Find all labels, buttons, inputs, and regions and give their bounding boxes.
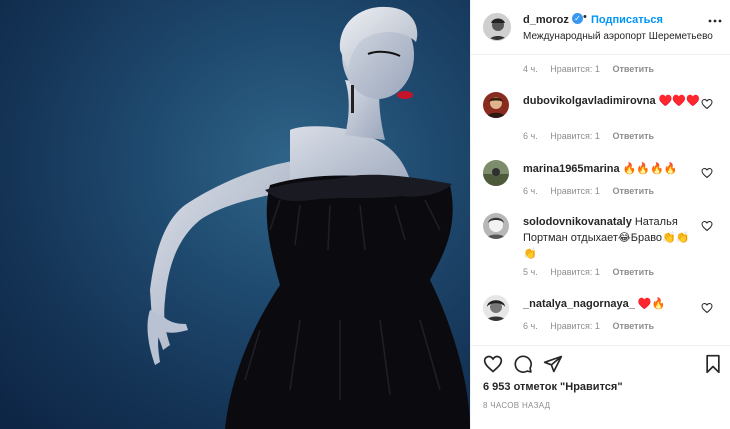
comment-bubble-icon[interactable]: [513, 354, 533, 374]
comment-time: 6 ч.: [523, 186, 538, 196]
comment-body: ♥️🔥: [637, 298, 666, 310]
reply-button[interactable]: Ответить: [612, 321, 654, 331]
comment-body: 🔥🔥🔥🔥: [622, 163, 678, 175]
like-comment-heart-icon[interactable]: [701, 167, 713, 179]
comment-likes[interactable]: Нравится: 1: [550, 321, 600, 331]
post-location[interactable]: Международный аэропорт Шереметьево: [523, 31, 713, 42]
comment-text: marina1965marina 🔥🔥🔥🔥: [523, 161, 703, 177]
comment-likes[interactable]: Нравится: 1: [550, 186, 600, 196]
comment-time: 4 ч.: [523, 64, 538, 74]
post-actions: 6 953 отметок "Нравится" 8 ЧАСОВ НАЗАД: [471, 345, 730, 429]
instagram-post: d_moroz ✓ • Подписаться Международный аэ…: [0, 0, 730, 429]
save-bookmark-icon[interactable]: [703, 354, 723, 374]
comment-body: ♥️♥️♥️: [658, 95, 700, 107]
comment-likes[interactable]: Нравится: 1: [550, 64, 600, 74]
like-comment-heart-icon[interactable]: [701, 220, 713, 232]
comments-list[interactable]: 4 ч. Нравится: 1 Ответить dubovikolgavla…: [471, 55, 730, 345]
commenter-username[interactable]: solodovnikovanataly: [523, 216, 632, 228]
reply-button[interactable]: Ответить: [612, 64, 654, 74]
commenter-username[interactable]: _natalya_nagornaya_: [523, 298, 635, 310]
like-heart-icon[interactable]: [483, 354, 503, 374]
comment-time: 6 ч.: [523, 131, 538, 141]
post-photo[interactable]: [0, 0, 470, 429]
commenter-avatar[interactable]: [483, 92, 509, 118]
like-comment-heart-icon[interactable]: [701, 98, 713, 110]
share-paper-plane-icon[interactable]: [543, 354, 563, 374]
comment-meta: 5 ч. Нравится: 1 Ответить: [523, 267, 664, 277]
verified-icon: ✓: [572, 13, 583, 24]
reply-button[interactable]: Ответить: [612, 267, 654, 277]
comment-text: solodovnikovanataly Наталья Портман отдых…: [523, 214, 703, 262]
comment-meta: 6 ч. Нравится: 1 Ответить: [523, 321, 664, 331]
comment-likes[interactable]: Нравится: 1: [550, 267, 600, 277]
commenter-username[interactable]: dubovikolgavladimirovna: [523, 95, 656, 107]
more-options-icon[interactable]: [707, 13, 723, 32]
commenter-avatar[interactable]: [483, 213, 509, 239]
comment-meta: 6 ч. Нравится: 1 Ответить: [523, 131, 664, 141]
comment-meta: 6 ч. Нравится: 1 Ответить: [523, 186, 664, 196]
author-username[interactable]: d_moroz: [523, 14, 569, 26]
post-header: d_moroz ✓ • Подписаться Международный аэ…: [471, 0, 730, 55]
commenter-avatar[interactable]: [483, 160, 509, 186]
comment-likes[interactable]: Нравится: 1: [550, 131, 600, 141]
post-timestamp: 8 ЧАСОВ НАЗАД: [483, 401, 551, 410]
comment-text: dubovikolgavladimirovna ♥️♥️♥️: [523, 93, 703, 109]
author-avatar-image: [484, 14, 510, 40]
comment-meta: 4 ч. Нравится: 1 Ответить: [523, 64, 664, 74]
post-side-panel: d_moroz ✓ • Подписаться Международный аэ…: [470, 0, 730, 429]
photo-illustration: [147, 6, 470, 429]
commenter-avatar[interactable]: [483, 295, 509, 321]
reply-button[interactable]: Ответить: [612, 131, 654, 141]
comment-time: 5 ч.: [523, 267, 538, 277]
commenter-username[interactable]: marina1965marina: [523, 163, 620, 175]
follow-button[interactable]: Подписаться: [591, 14, 663, 26]
comment-time: 6 ч.: [523, 321, 538, 331]
like-comment-heart-icon[interactable]: [701, 302, 713, 314]
likes-count[interactable]: 6 953 отметок "Нравится": [483, 381, 623, 393]
header-separator: •: [583, 11, 587, 23]
comment-text: _natalya_nagornaya_ ♥️🔥: [523, 296, 703, 312]
reply-button[interactable]: Ответить: [612, 186, 654, 196]
author-avatar[interactable]: [483, 13, 511, 41]
